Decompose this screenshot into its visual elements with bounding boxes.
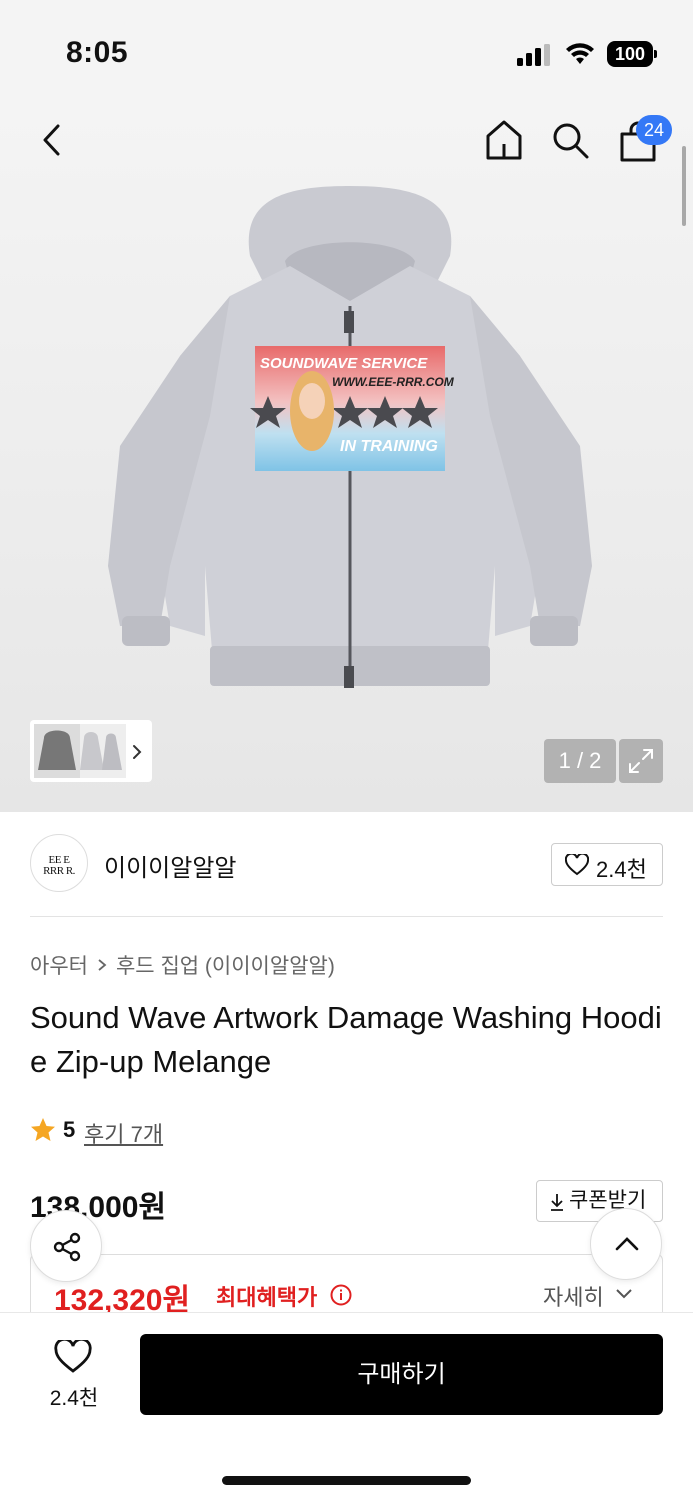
heart-icon [54, 1340, 92, 1373]
brand-like-button[interactable]: 2.4천 [551, 843, 663, 886]
heart-icon [565, 854, 589, 876]
breadcrumb: 아우터 후드 집업 (이이이알알알) [30, 950, 335, 980]
breadcrumb-item-outer[interactable]: 아우터 [30, 955, 88, 978]
scroll-to-top-button[interactable] [590, 1208, 662, 1280]
share-icon [53, 1232, 81, 1262]
brand-name[interactable]: 이이이알알알 [104, 848, 236, 883]
product-title: Sound Wave Artwork Damage Washing Hoodie… [30, 1000, 662, 1079]
image-page-indicator: 1 / 2 [544, 739, 616, 783]
battery-icon: 100 [607, 41, 657, 67]
bottom-like-count: 2.4천 [49, 1387, 99, 1410]
product-image-hoodie[interactable]: SOUNDWAVE SERVICE WWW.EEE-RRR.COM IN TRA… [100, 186, 600, 696]
review-link[interactable]: 후기 7개 [84, 1117, 163, 1149]
cart-count-badge: 24 [636, 115, 673, 145]
thumbnail-next-icon[interactable] [130, 743, 144, 761]
back-icon[interactable] [36, 120, 70, 160]
home-indicator [222, 1476, 471, 1485]
bottom-like-button[interactable]: 2.4천 [30, 1334, 118, 1414]
chevron-down-icon[interactable] [615, 1288, 633, 1300]
share-button[interactable] [30, 1210, 102, 1282]
print-text-line1: SOUNDWAVE SERVICE [260, 355, 428, 372]
max-benefit-label: 최대혜택가 [216, 1285, 318, 1310]
buy-button[interactable]: 구매하기 [140, 1334, 663, 1415]
status-bar: 8:05 100 [0, 0, 693, 100]
chevron-right-icon [98, 959, 107, 971]
home-icon[interactable] [484, 118, 524, 162]
expand-image-button[interactable] [619, 739, 663, 783]
scroll-indicator [682, 146, 686, 226]
brand-logo-line2: RRR R. [43, 865, 75, 877]
star-icon [31, 1118, 55, 1141]
detail-link[interactable]: 자세히 [543, 1280, 604, 1312]
breadcrumb-item-category[interactable]: 후드 집업 (이이이알알알) [116, 955, 335, 978]
expand-icon [629, 749, 653, 773]
wifi-icon [566, 43, 594, 64]
search-icon[interactable] [550, 120, 590, 160]
signal-icon [517, 44, 550, 66]
info-icon[interactable] [330, 1284, 352, 1306]
rating-value: 5 [63, 1117, 76, 1142]
chevron-up-icon [615, 1237, 639, 1251]
print-text-line2: WWW.EEE-RRR.COM [332, 375, 455, 389]
brand-logo[interactable]: EE E RRR R. [30, 834, 88, 892]
print-text-line3: IN TRAINING [340, 438, 438, 455]
brand-like-count: 2.4천 [596, 857, 647, 882]
thumbnail-image[interactable] [34, 724, 126, 778]
download-icon [551, 1194, 563, 1211]
status-time: 8:05 [66, 36, 129, 69]
battery-level: 100 [607, 41, 653, 67]
divider [30, 916, 663, 917]
